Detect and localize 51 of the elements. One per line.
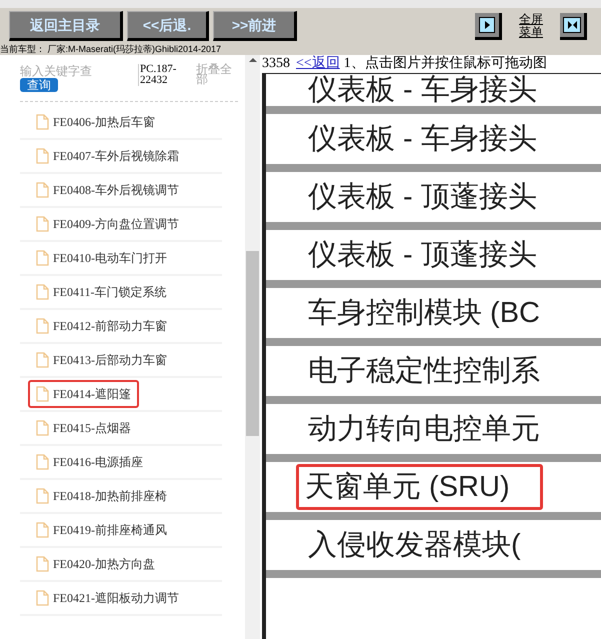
document-icon — [36, 216, 49, 232]
document-icon — [36, 250, 49, 266]
document-icon — [36, 318, 49, 334]
tree-item[interactable]: FE0413-后部动力车窗 — [28, 346, 175, 374]
search-button[interactable]: 查询 — [20, 78, 58, 92]
current-model-text: 当前车型： 厂家:M-Maserati(玛莎拉蒂)Ghibli2014-2017 — [0, 44, 222, 55]
connector-label: 仪表板 - 顶蓬接头 — [307, 238, 538, 273]
tree-item[interactable]: FE0415-点烟器 — [28, 414, 139, 442]
back-link[interactable]: <<返回 — [296, 56, 340, 72]
tree-item[interactable]: FE0421-遮阳板动力调节 — [28, 584, 187, 612]
connector-label: 车身控制模块 (BC — [307, 296, 541, 331]
split-view-icon[interactable] — [560, 12, 587, 40]
connector-label: 入侵收发器模块( — [307, 528, 522, 563]
connector-label: 仪表板 - 车身接头 — [307, 73, 538, 108]
document-icon — [36, 182, 49, 198]
keyword-search-field[interactable]: 输入关键字查 — [20, 64, 132, 78]
scroll-up-icon[interactable] — [248, 58, 256, 62]
tree-item[interactable]: FE0419-前排座椅通风 — [28, 516, 175, 544]
connector-label: 动力转向电控单元 — [307, 412, 541, 447]
document-icon — [36, 386, 49, 402]
scrollbar-thumb[interactable] — [246, 251, 259, 436]
connector-label: 电子稳定性控制系 — [307, 354, 541, 389]
tree-item[interactable]: FE0418-加热前排座椅 — [28, 482, 175, 510]
connector-label: 仪表板 - 顶蓬接头 — [307, 180, 538, 215]
expand-icon[interactable] — [475, 12, 502, 40]
tree-item[interactable]: FE0410-电动车门打开 — [28, 244, 175, 272]
connector-label: 仪表板 - 车身接头 — [307, 122, 538, 157]
tree-item[interactable]: FE0414-遮阳篷 — [28, 380, 139, 408]
document-icon — [36, 454, 49, 470]
document-icon — [36, 488, 49, 504]
document-icon — [36, 420, 49, 436]
document-icon — [36, 590, 49, 606]
tree-item[interactable]: FE0409-方向盘位置调节 — [28, 210, 187, 238]
document-icon — [36, 522, 49, 538]
document-icon — [36, 556, 49, 572]
document-icon — [36, 284, 49, 300]
tree-item[interactable]: FE0406-加热后车窗 — [28, 108, 163, 136]
connector-label: 天窗单元 (SRU) — [296, 464, 543, 510]
document-icon — [36, 114, 49, 130]
fullscreen-menu-link[interactable]: 全屏菜单 — [516, 13, 546, 39]
tree-item[interactable]: FE0416-电源插座 — [28, 448, 151, 476]
tree-item[interactable]: FE0420-加热方向盘 — [28, 550, 163, 578]
tree-item[interactable]: FE0407-车外后视镜除霜 — [28, 142, 187, 170]
instruction-text: 1、点击图片并按住鼠标可拖动图 — [344, 56, 547, 72]
code-text: PC.187-22432 — [138, 64, 190, 86]
tree-item[interactable]: FE0412-前部动力车窗 — [28, 312, 175, 340]
document-icon — [36, 148, 49, 164]
tree-item[interactable]: FE0408-车外后视镜调节 — [28, 176, 187, 204]
document-icon — [36, 352, 49, 368]
tree-item[interactable]: FE0411-车门锁定系统 — [28, 278, 175, 306]
page-number: 3358 — [262, 56, 290, 72]
